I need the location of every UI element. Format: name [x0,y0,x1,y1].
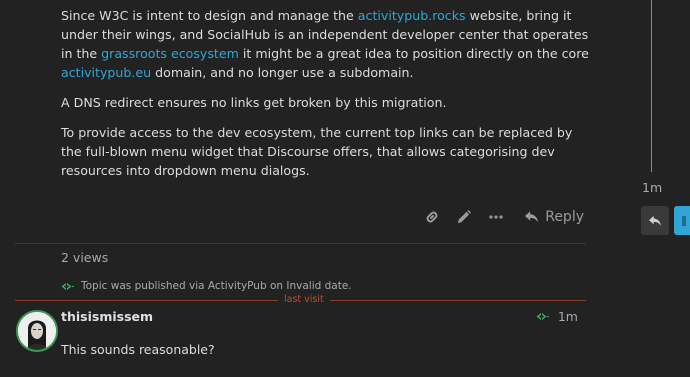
plus-icon [682,216,686,226]
reply-label: Reply [545,209,584,225]
edit-button[interactable] [450,203,478,231]
activitypub-eu-link[interactable]: activitypub.eu [61,65,151,80]
pencil-icon [458,210,471,223]
post-body: Since W3C is intent to design and manage… [61,6,591,191]
text-segment: domain, and no longer use a subdomain. [151,65,414,80]
copy-link-button[interactable] [418,203,446,231]
small-action-post: Topic was published via ActivityPub on I… [61,280,352,292]
post-meta: 1m [536,309,578,324]
avatar-portrait [18,312,56,350]
text-segment: Since W3C is intent to design and manage… [61,8,358,23]
username[interactable]: thisismissem [61,309,153,324]
grassroots-ecosystem-link[interactable]: grassroots ecosystem [101,46,239,61]
activitypub-rocks-link[interactable]: activitypub.rocks [358,8,466,23]
text-segment: it might be a great idea to position dir… [238,46,589,61]
reply-icon [649,215,661,226]
more-actions-button[interactable] [482,203,510,231]
reply-post-body: This sounds reasonable? [61,342,215,357]
timeline-reply-button[interactable] [641,206,669,235]
post-divider [15,243,586,244]
reply-icon [524,211,539,223]
activitypub-icon [536,313,550,320]
post-paragraph-2: A DNS redirect ensures no links get brok… [61,95,447,110]
topic-page: Since W3C is intent to design and manage… [0,0,690,377]
avatar[interactable] [16,310,58,352]
views-count: 2 views [61,250,109,265]
ellipsis-icon [489,215,503,219]
timeline-scroll-track[interactable] [651,0,652,172]
timeline-create-topic-button[interactable] [674,206,690,235]
link-icon [426,211,438,223]
small-action-text: Topic was published via ActivityPub on I… [81,280,352,292]
post-paragraph-3: To provide access to the dev ecosystem, … [61,125,573,178]
timeline-time: 1m [642,180,663,195]
activitypub-icon [61,282,75,290]
post-time[interactable]: 1m [558,309,578,324]
reply-button[interactable]: Reply [524,203,584,231]
post-paragraph-1: Since W3C is intent to design and manage… [61,6,591,82]
last-visit-label: last visit [278,293,330,307]
